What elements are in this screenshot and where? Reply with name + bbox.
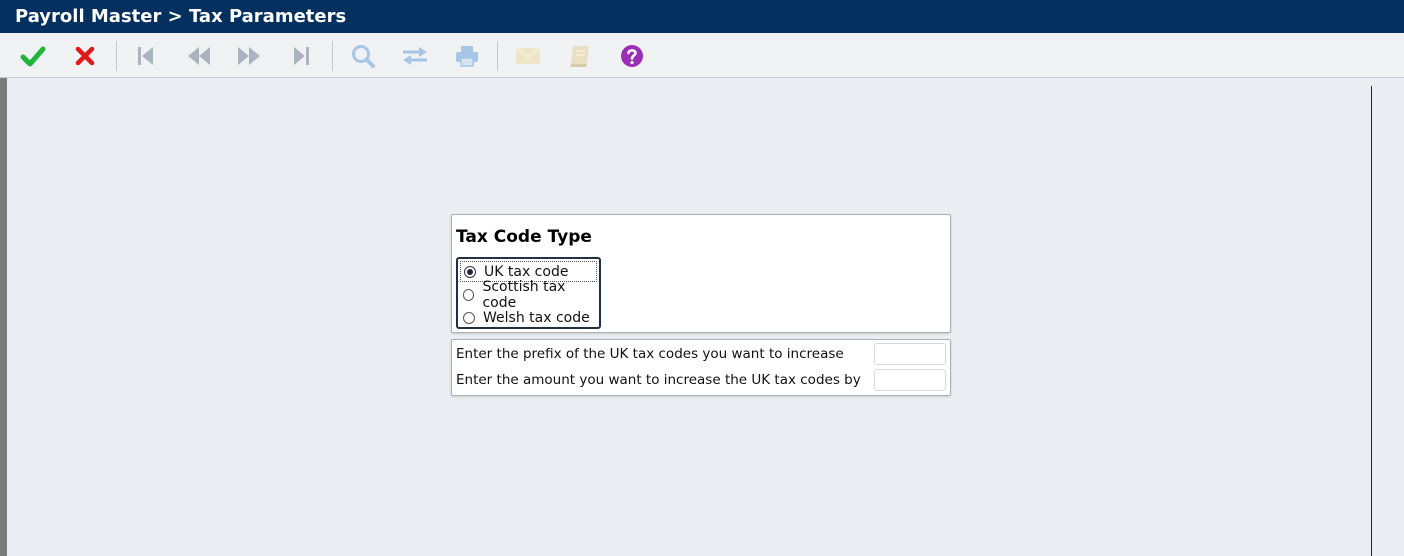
window-title: Payroll Master > Tax Parameters xyxy=(0,0,1404,33)
amount-input[interactable] xyxy=(874,369,946,391)
tax-code-type-panel: Tax Code Type UK tax code Scottish tax c… xyxy=(451,214,951,333)
first-record-button[interactable] xyxy=(129,39,163,73)
previous-record-button[interactable] xyxy=(182,39,216,73)
left-edge-bar xyxy=(0,78,7,556)
notes-button[interactable] xyxy=(563,39,597,73)
radio-unchecked-icon xyxy=(463,311,475,324)
tax-code-type-title: Tax Code Type xyxy=(456,227,592,247)
previous-record-icon xyxy=(188,47,210,65)
right-divider xyxy=(1371,86,1372,556)
last-record-icon xyxy=(294,47,309,65)
radio-welsh-tax-code[interactable]: Welsh tax code xyxy=(460,307,597,328)
swap-arrows-icon xyxy=(403,47,427,65)
radio-label: Scottish tax code xyxy=(482,278,566,311)
prefix-input[interactable] xyxy=(874,343,946,365)
radio-scottish-tax-code[interactable]: Scottish tax code xyxy=(460,279,597,311)
book-icon xyxy=(570,46,589,67)
increase-parameters-panel: Enter the prefix of the UK tax codes you… xyxy=(451,339,951,396)
help-button[interactable] xyxy=(615,39,649,73)
printer-icon xyxy=(456,46,478,67)
next-record-button[interactable] xyxy=(232,39,266,73)
next-record-icon xyxy=(238,47,260,65)
radio-unchecked-icon xyxy=(463,288,475,301)
ok-button[interactable] xyxy=(16,39,50,73)
help-circle-icon xyxy=(621,45,643,67)
email-button[interactable] xyxy=(511,39,545,73)
toolbar-separator xyxy=(116,41,117,71)
x-icon xyxy=(75,46,95,66)
cancel-button[interactable] xyxy=(68,39,102,73)
tax-code-type-radio-group: UK tax code Scottish tax code Welsh tax … xyxy=(456,257,601,329)
swap-button[interactable] xyxy=(398,39,432,73)
print-button[interactable] xyxy=(450,39,484,73)
radio-checked-icon xyxy=(464,265,476,278)
toolbar-separator xyxy=(332,41,333,71)
checkmark-icon xyxy=(20,46,46,67)
magnifier-icon xyxy=(352,45,375,68)
first-record-icon xyxy=(138,47,153,65)
toolbar-separator xyxy=(497,41,498,71)
toolbar xyxy=(0,33,1404,78)
radio-label: Welsh tax code xyxy=(483,309,590,326)
radio-label: UK tax code xyxy=(484,263,569,280)
amount-label: Enter the amount you want to increase th… xyxy=(456,372,861,388)
search-button[interactable] xyxy=(346,39,380,73)
envelope-icon xyxy=(515,47,541,64)
prefix-label: Enter the prefix of the UK tax codes you… xyxy=(456,346,844,362)
last-record-button[interactable] xyxy=(284,39,318,73)
